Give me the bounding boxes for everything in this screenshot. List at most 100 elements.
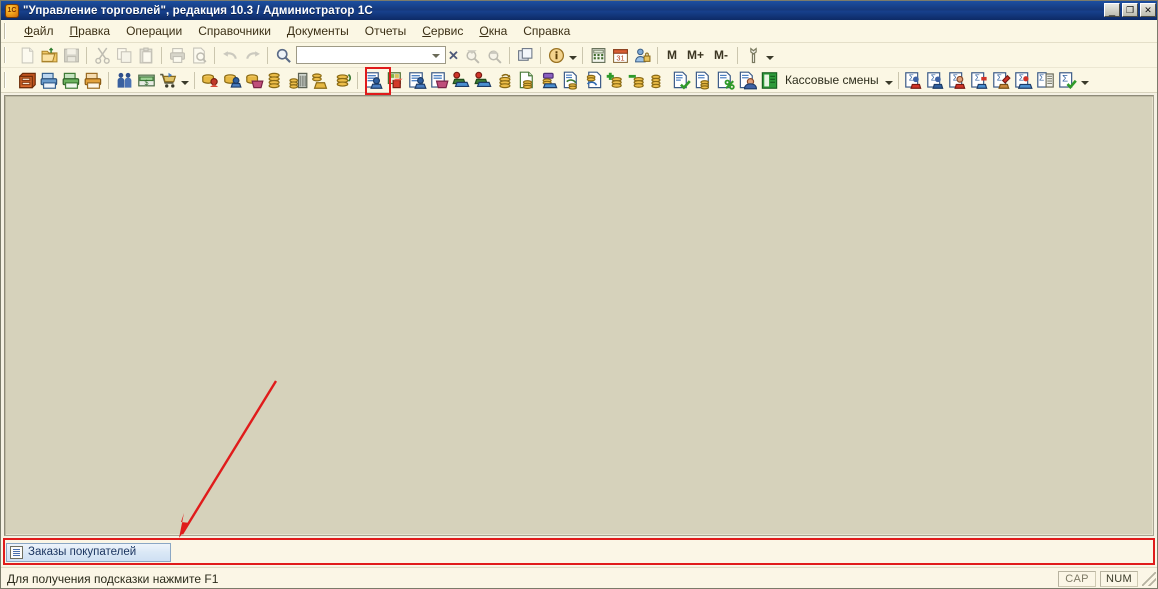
find-icon[interactable] [272,45,294,66]
sale-coins-icon[interactable] [309,70,331,91]
menu-item-service[interactable]: Сервис [414,22,471,40]
find-prev-icon[interactable] [483,45,505,66]
menu-item-reports[interactable]: Отчеты [357,22,414,40]
report-z-pen-icon[interactable]: Σ [991,70,1013,91]
goods-dice-icon[interactable] [384,70,406,91]
add-coins-icon[interactable] [604,70,626,91]
coins-list-icon[interactable] [648,70,670,91]
toolbar-grip-handle-2[interactable] [4,72,12,88]
price-list-orange-icon[interactable] [82,70,104,91]
menu-item-documents[interactable]: Документы [279,22,357,40]
paste-icon[interactable] [135,45,157,66]
toolbar-grip-handle-1[interactable] [4,47,12,63]
new-document-icon[interactable] [16,45,38,66]
calculator-icon[interactable] [587,45,609,66]
reserve-red-icon[interactable] [472,70,494,91]
status-badge-cap: CAP [1058,570,1096,587]
cash-shifts-dropdown-arrow-icon[interactable] [883,70,894,91]
report-z-blue-icon[interactable]: Σ [925,70,947,91]
purple-truck-icon[interactable] [538,70,560,91]
customer-order-icon[interactable] [362,70,384,91]
menu-item-file[interactable]: Файл [16,22,62,40]
coins-refresh-icon[interactable] [582,70,604,91]
report-z-icon[interactable]: Σ [903,70,925,91]
chevron-down-icon[interactable] [429,47,443,63]
invoice-cart-icon[interactable] [428,70,450,91]
open-folder-icon[interactable] [38,45,60,66]
doc-exchange-icon[interactable] [560,70,582,91]
green-book-icon[interactable] [758,70,780,91]
warehouse-coins-icon[interactable] [287,70,309,91]
remove-coins-icon[interactable] [626,70,648,91]
reports-dropdown-arrow-icon[interactable] [1079,70,1090,91]
cut-icon[interactable] [91,45,113,66]
search-input[interactable] [297,48,429,62]
copy-icon[interactable] [113,45,135,66]
save-icon[interactable] [60,45,82,66]
report-z-red-icon[interactable]: Σ [947,70,969,91]
goods-cart-icon[interactable] [157,70,179,91]
svg-text:Σ: Σ [931,72,936,82]
doc-check-icon[interactable] [670,70,692,91]
cash-register-icon[interactable]: $ [135,70,157,91]
undo-icon[interactable] [219,45,241,66]
menu-label-service: ервис [430,24,464,38]
document-money-icon[interactable] [516,70,538,91]
coins-cycle-icon[interactable] [494,70,516,91]
invoice-blue-icon[interactable] [406,70,428,91]
clear-search-icon[interactable]: ✕ [446,46,461,65]
mdi-workspace [4,95,1154,536]
cash-shifts-button[interactable]: Кассовые смены [780,73,883,87]
catalog-drawer-icon[interactable] [16,70,38,91]
menu-item-windows[interactable]: Окна [471,22,515,40]
memory-add-button[interactable]: M+ [682,46,709,64]
memory-subtract-button[interactable]: M- [709,46,733,64]
maximize-button[interactable]: ❐ [1122,3,1138,17]
doc-coins-icon[interactable] [692,70,714,91]
menu-item-catalogs[interactable]: Справочники [190,22,279,40]
info-icon[interactable] [545,45,567,66]
money-flow-icon[interactable] [331,70,353,91]
purchase-basket-icon[interactable] [243,70,265,91]
settings-dropdown-arrow-icon[interactable] [764,45,775,66]
purchase-blue-icon[interactable] [221,70,243,91]
memory-recall-button[interactable]: M [662,46,682,64]
menu-item-edit[interactable]: Правка [62,22,119,40]
menu-item-operations[interactable]: Операции [118,22,190,40]
price-list-print-icon[interactable] [38,70,60,91]
taskbar-item-customer-orders[interactable]: Заказы покупателей [6,542,171,562]
user-lock-icon[interactable] [631,45,653,66]
windows-cascade-icon[interactable] [514,45,536,66]
price-list-green-icon[interactable] [60,70,82,91]
menu-item-help[interactable]: Справка [515,22,578,40]
report-list-icon[interactable]: Σ [1035,70,1057,91]
goods-dropdown-arrow-icon[interactable] [179,70,190,91]
redo-icon[interactable] [241,45,263,66]
reserve-green-icon[interactable] [450,70,472,91]
svg-text:31: 31 [616,53,624,62]
coins-stack-icon[interactable] [265,70,287,91]
1c-logo-icon [5,3,19,18]
calendar-icon[interactable]: 31 [609,45,631,66]
report-z-flag-icon[interactable]: Σ [969,70,991,91]
find-next-icon[interactable] [461,45,483,66]
info-dropdown-arrow-icon[interactable] [567,45,578,66]
title-bar: "Управление торговлей", редакция 10.3 / … [1,1,1157,20]
app-window: "Управление торговлей", редакция 10.3 / … [0,0,1158,589]
print-icon[interactable] [166,45,188,66]
minimize-button[interactable]: _ [1104,3,1120,17]
purchase-red-icon[interactable] [199,70,221,91]
contractors-icon[interactable] [113,70,135,91]
svg-text:Σ: Σ [1062,73,1068,84]
menu-label-edit: равка [78,24,111,38]
menu-grip-handle[interactable] [4,23,12,39]
print-preview-icon[interactable] [188,45,210,66]
report-z-truck-icon[interactable]: Σ [1013,70,1035,91]
settings-wrench-icon[interactable] [742,45,764,66]
report-check-icon[interactable]: Σ [1057,70,1079,91]
doc-percent-icon[interactable] [714,70,736,91]
doc-user-icon[interactable] [736,70,758,91]
close-button[interactable]: ✕ [1140,3,1156,17]
resize-grip-icon[interactable] [1142,571,1156,586]
search-combo[interactable] [296,46,446,64]
